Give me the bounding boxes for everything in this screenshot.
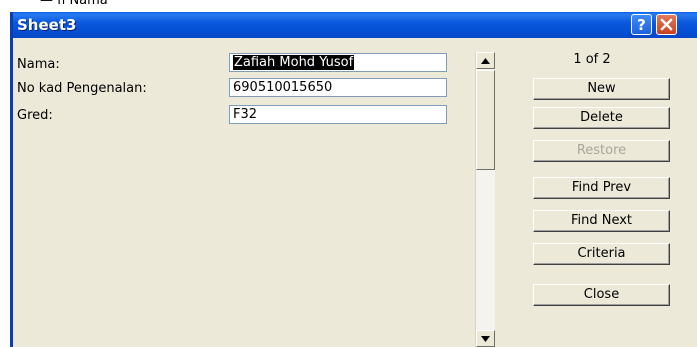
- nama-field-value: Zafiah Mohd Yusof: [233, 55, 355, 70]
- close-icon: [660, 18, 673, 31]
- restore-button[interactable]: Restore: [533, 140, 670, 162]
- criteria-button[interactable]: Criteria: [533, 243, 670, 265]
- field-label-no-kad-pengenalan: No kad Pengenalan:: [17, 81, 147, 96]
- find-next-button[interactable]: Find Next: [533, 210, 670, 232]
- gred-field[interactable]: F32: [229, 105, 447, 124]
- field-label-gred: Gred:: [17, 108, 53, 123]
- new-button[interactable]: New: [533, 78, 670, 100]
- delete-button[interactable]: Delete: [533, 107, 670, 129]
- data-form-dialog: Sheet3 ? Nama: No kad Pengenalan: Gred: …: [10, 12, 697, 347]
- arrow-down-icon: [481, 335, 490, 342]
- field-label-nama: Nama:: [17, 57, 60, 72]
- dialog-title: Sheet3: [17, 16, 77, 34]
- gred-field-value: F32: [233, 107, 258, 122]
- no-kad-pengenalan-field[interactable]: 690510015650: [229, 78, 447, 97]
- scroll-down-button[interactable]: [476, 330, 495, 347]
- record-count: 1 of 2: [573, 52, 611, 67]
- find-prev-button[interactable]: Find Prev: [533, 177, 670, 199]
- background-peek-text: — fi Nama: [40, 0, 108, 8]
- record-scrollbar[interactable]: [475, 52, 495, 347]
- close-window-button[interactable]: [656, 14, 677, 35]
- question-icon: ?: [637, 17, 646, 32]
- scroll-up-button[interactable]: [476, 52, 495, 69]
- svg-text:?: ?: [637, 17, 646, 32]
- nama-field[interactable]: Zafiah Mohd Yusof: [229, 53, 447, 72]
- no-kad-pengenalan-field-value: 690510015650: [233, 80, 333, 95]
- arrow-up-icon: [481, 57, 490, 64]
- scroll-thumb[interactable]: [476, 70, 495, 170]
- background-worksheet: — fi Nama: [0, 0, 697, 12]
- title-bar[interactable]: Sheet3 ?: [13, 12, 697, 38]
- close-button[interactable]: Close: [533, 284, 670, 306]
- help-button[interactable]: ?: [631, 14, 652, 35]
